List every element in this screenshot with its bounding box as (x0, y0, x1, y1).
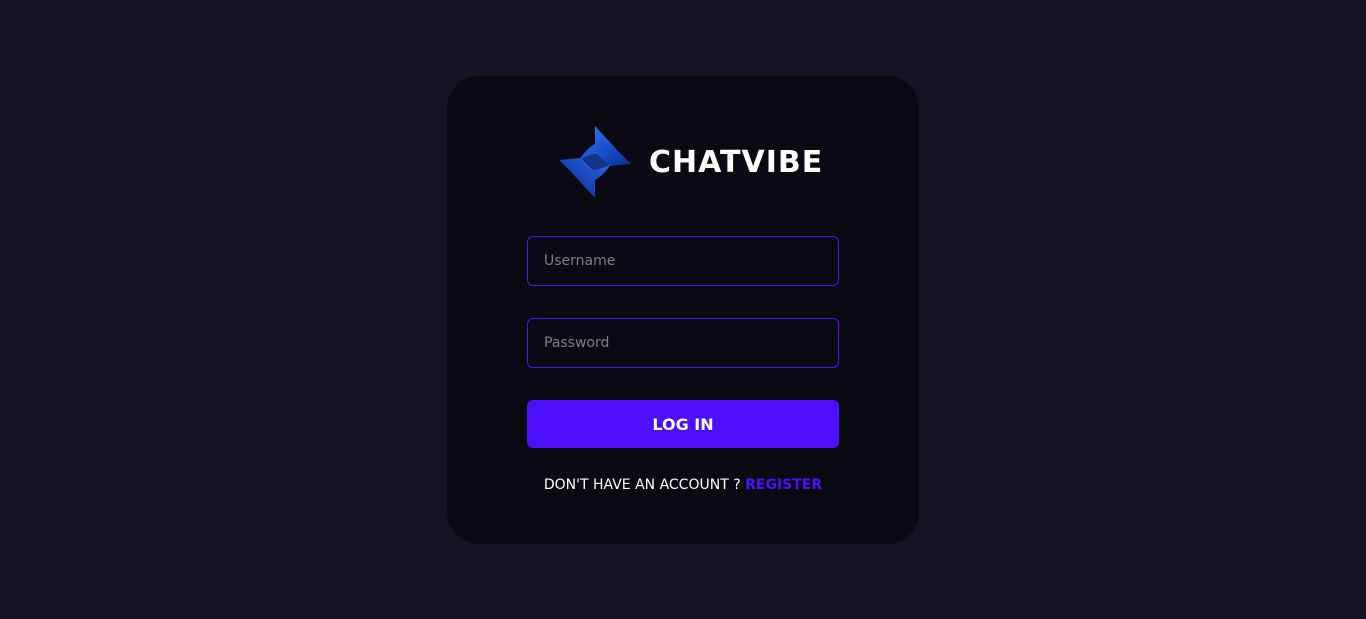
chatvibe-logo-icon (559, 126, 631, 198)
register-link[interactable]: REGISTER (745, 477, 822, 493)
brand-name: CHATVIBE (649, 144, 824, 180)
register-prompt-text: DON'T HAVE AN ACCOUNT ? (543, 477, 741, 493)
login-button[interactable]: LOG IN (527, 400, 839, 448)
password-input[interactable] (527, 318, 839, 368)
register-prompt: DON'T HAVE AN ACCOUNT ? REGISTER (527, 477, 839, 493)
username-input[interactable] (527, 236, 839, 286)
brand: CHATVIBE (557, 124, 823, 200)
login-card: CHATVIBE LOG IN DON'T HAVE AN ACCOUNT ? … (447, 76, 919, 544)
